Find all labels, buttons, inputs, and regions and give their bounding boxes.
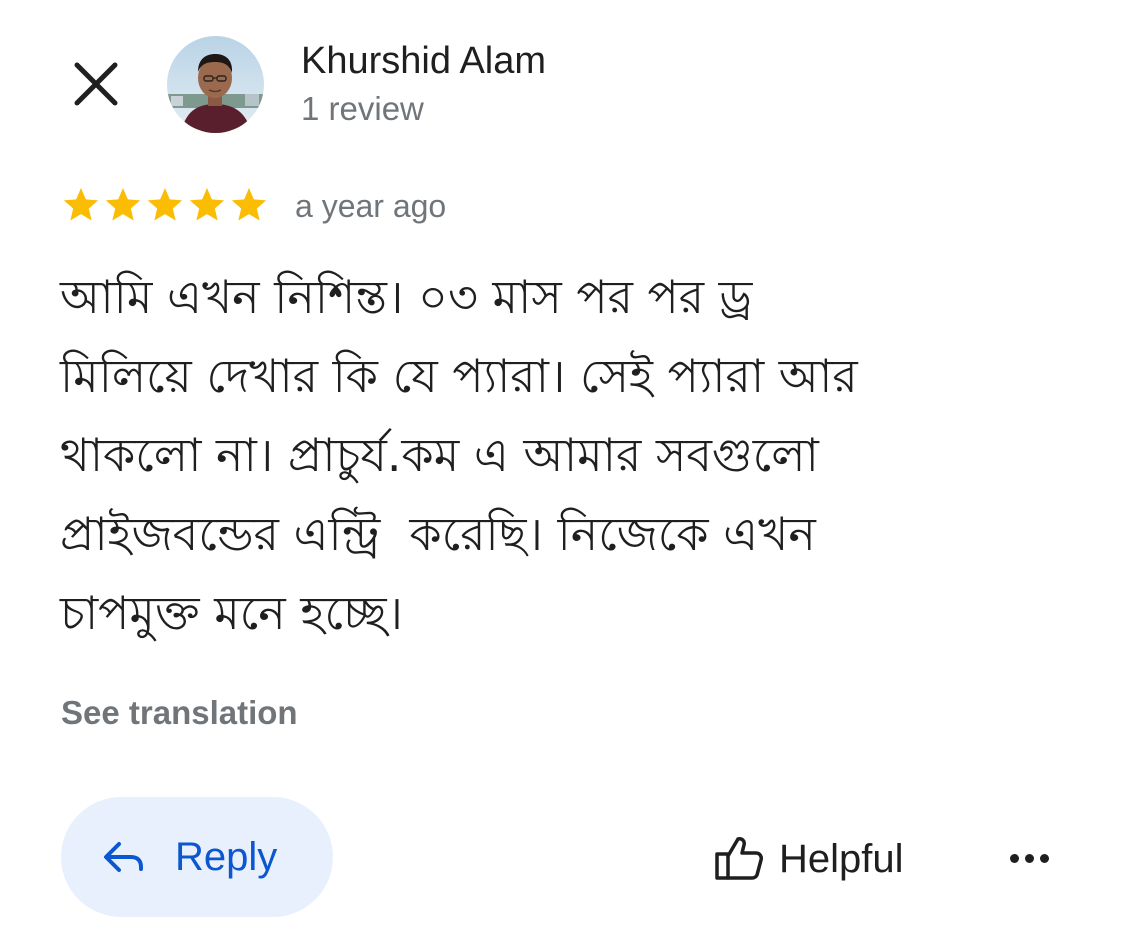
helpful-button[interactable]: Helpful [712, 830, 932, 886]
close-button[interactable] [66, 54, 126, 114]
star-icon [105, 188, 141, 221]
more-dot [1039, 853, 1049, 863]
reply-arrow-icon [104, 842, 143, 872]
author-name[interactable]: Khurshid Alam [301, 38, 546, 84]
author-review-count: 1 review [301, 90, 424, 127]
close-icon [74, 62, 118, 106]
thumbs-up-icon [715, 837, 763, 880]
more-dot [1009, 853, 1019, 863]
star-icon [231, 188, 267, 221]
rating-stars [61, 185, 269, 227]
author-photo [167, 36, 264, 133]
more-dot [1024, 853, 1034, 863]
more-options-button[interactable] [1003, 838, 1055, 878]
review-text: আমি এখন নিশিন্ত। ০৩ মাস পর পর ড্র মিলিয়… [60, 270, 858, 640]
star-icon [189, 188, 225, 221]
helpful-label: Helpful [779, 837, 904, 881]
review-date: a year ago [295, 188, 447, 224]
reply-label: Reply [175, 835, 278, 879]
see-translation-link[interactable]: See translation [61, 692, 298, 734]
star-icon [63, 188, 99, 221]
reply-button[interactable]: Reply [61, 797, 333, 917]
star-icon [147, 188, 183, 221]
avatar[interactable] [167, 36, 264, 133]
